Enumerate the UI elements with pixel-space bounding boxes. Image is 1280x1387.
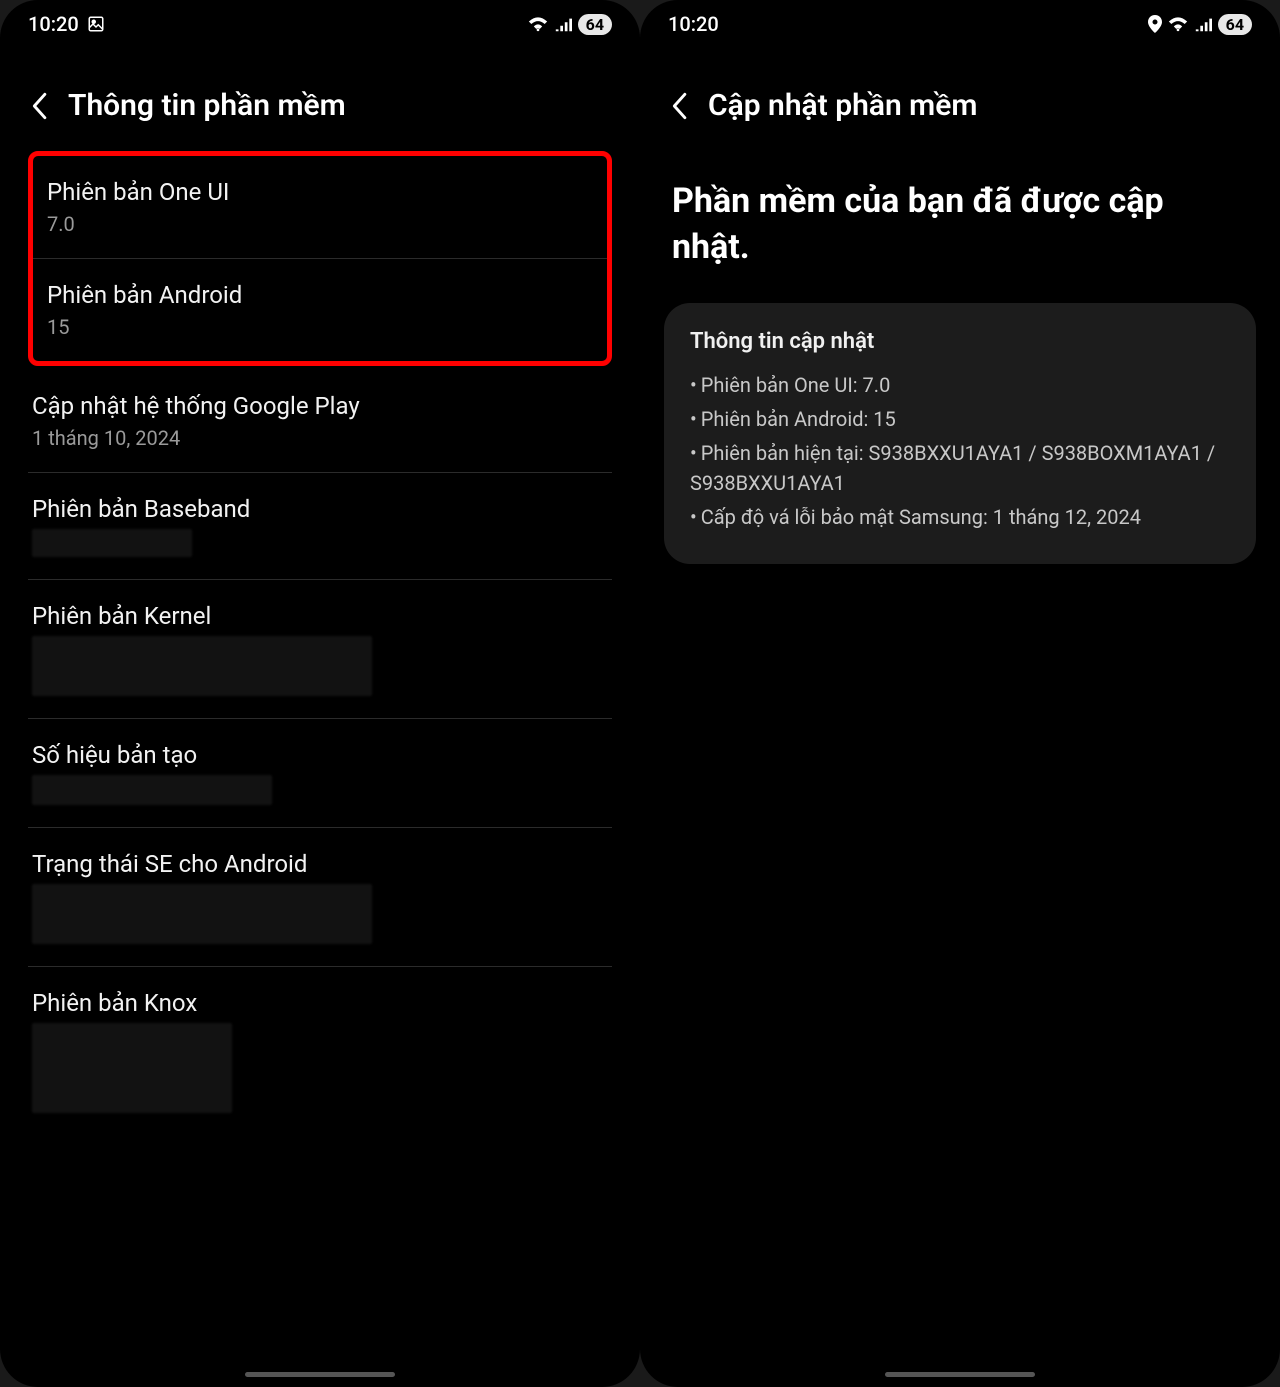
item-value: 15 xyxy=(47,315,593,339)
item-label: Phiên bản Baseband xyxy=(32,495,600,523)
settings-list: Phiên bản One UI 7.0 Phiên bản Android 1… xyxy=(0,151,640,1135)
item-label: Trạng thái SE cho Android xyxy=(32,850,600,878)
phone-right: 10:20 64 Cập nhật phần mềm Phần mềm của … xyxy=(640,0,1280,1387)
redacted-value xyxy=(32,775,272,805)
card-line: •Cấp độ vá lỗi bảo mật Samsung: 1 tháng … xyxy=(690,500,1230,534)
list-item-baseband[interactable]: Phiên bản Baseband xyxy=(28,473,612,580)
wifi-icon xyxy=(1168,16,1188,32)
back-button[interactable] xyxy=(668,92,690,120)
item-label: Phiên bản One UI xyxy=(47,178,593,206)
card-line: •Phiên bản hiện tại: S938BXXU1AYA1 / S93… xyxy=(690,436,1230,500)
status-time: 10:20 xyxy=(28,12,79,36)
card-line: •Phiên bản One UI: 7.0 xyxy=(690,368,1230,402)
item-label: Phiên bản Kernel xyxy=(32,602,600,630)
list-item-oneui[interactable]: Phiên bản One UI 7.0 xyxy=(33,156,607,259)
item-label: Phiên bản Knox xyxy=(32,989,600,1017)
image-icon xyxy=(87,15,105,33)
status-bar: 10:20 64 xyxy=(640,0,1280,48)
signal-icon xyxy=(1194,16,1212,32)
page-title: Thông tin phần mềm xyxy=(68,88,346,123)
phone-left: 10:20 64 Thông tin phần mềm Phiên bản On… xyxy=(0,0,640,1387)
list-item-knox[interactable]: Phiên bản Knox xyxy=(28,967,612,1135)
header: Cập nhật phần mềm xyxy=(640,48,1280,151)
status-time: 10:20 xyxy=(668,12,719,36)
list-item-kernel[interactable]: Phiên bản Kernel xyxy=(28,580,612,719)
home-indicator[interactable] xyxy=(245,1372,395,1377)
header: Thông tin phần mềm xyxy=(0,48,640,151)
item-label: Số hiệu bản tạo xyxy=(32,741,600,769)
battery-level: 64 xyxy=(1218,14,1252,35)
page-title: Cập nhật phần mềm xyxy=(708,88,977,123)
redacted-value xyxy=(32,529,192,557)
list-item-googleplay[interactable]: Cập nhật hệ thống Google Play 1 tháng 10… xyxy=(28,370,612,473)
status-bar: 10:20 64 xyxy=(0,0,640,48)
redacted-value xyxy=(32,636,372,696)
list-item-build[interactable]: Số hiệu bản tạo xyxy=(28,719,612,828)
battery-level: 64 xyxy=(578,14,612,35)
home-indicator[interactable] xyxy=(885,1372,1035,1377)
item-label: Phiên bản Android xyxy=(47,281,593,309)
signal-icon xyxy=(554,16,572,32)
list-item-se[interactable]: Trạng thái SE cho Android xyxy=(28,828,612,967)
back-button[interactable] xyxy=(28,92,50,120)
list-item-android[interactable]: Phiên bản Android 15 xyxy=(33,259,607,361)
item-label: Cập nhật hệ thống Google Play xyxy=(32,392,600,420)
card-line: •Phiên bản Android: 15 xyxy=(690,402,1230,436)
wifi-icon xyxy=(528,16,548,32)
highlight-annotation: Phiên bản One UI 7.0 Phiên bản Android 1… xyxy=(28,151,612,366)
card-title: Thông tin cập nhật xyxy=(690,329,1230,354)
redacted-value xyxy=(32,884,372,944)
redacted-value xyxy=(32,1023,232,1113)
item-value: 7.0 xyxy=(47,212,593,236)
update-info-card: Thông tin cập nhật •Phiên bản One UI: 7.… xyxy=(664,303,1256,564)
item-value: 1 tháng 10, 2024 xyxy=(32,426,600,450)
location-icon xyxy=(1148,15,1162,33)
update-headline: Phần mềm của bạn đã được cập nhật. xyxy=(640,151,1280,303)
